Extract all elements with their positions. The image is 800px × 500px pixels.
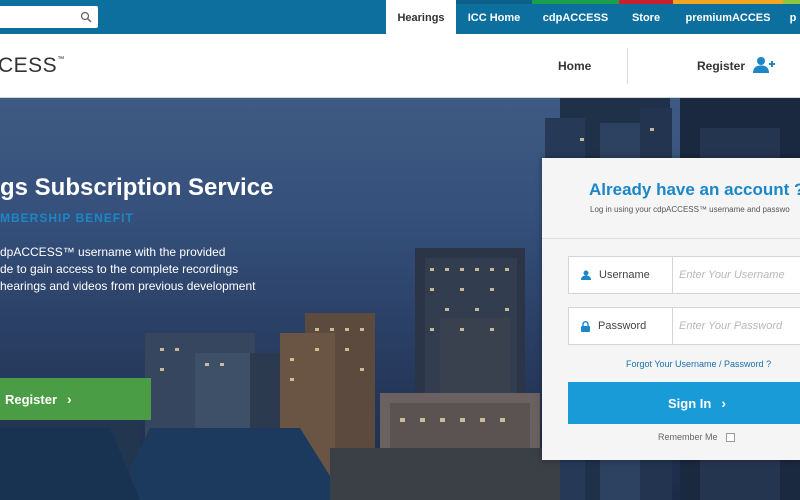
search-icon[interactable] <box>80 11 92 23</box>
chevron-right-icon: › <box>721 395 727 411</box>
nav-divider <box>627 48 628 84</box>
nav-home-link[interactable]: Home <box>558 59 591 73</box>
hero-subtitle: MBERSHIP BENEFIT <box>0 211 134 225</box>
password-field: Password <box>568 307 800 345</box>
tab-cdpaccess[interactable]: cdpACCESS <box>532 0 619 34</box>
hero-description-line: dpACCESS™ username with the provided <box>0 245 226 259</box>
login-panel: Already have an account ? Log in using y… <box>542 158 800 460</box>
hero-title: gs Subscription Service <box>0 174 274 201</box>
login-title: Already have an account ? <box>589 180 800 199</box>
login-hint: Log in using your cdpACCESS™ username an… <box>590 205 790 214</box>
username-label: Username <box>569 257 673 293</box>
remember-me-label: Remember Me <box>658 432 718 442</box>
logo[interactable]: CESS™ <box>0 54 65 78</box>
hero-register-label: Register <box>5 391 58 407</box>
remember-me: Remember Me <box>658 432 735 442</box>
password-input[interactable] <box>679 308 800 344</box>
logo-text: CESS <box>0 54 58 77</box>
hero-description: dpACCESS™ username with the provided de … <box>0 244 260 295</box>
password-label-text: Password <box>598 320 647 332</box>
tab-premiumaccess[interactable]: premiumACCES <box>673 0 783 34</box>
username-input[interactable] <box>679 257 800 293</box>
password-label: Password <box>569 308 673 344</box>
sign-in-button[interactable]: Sign In › <box>568 382 800 424</box>
top-bar: Hearings ICC Home cdpACCESS Store premiu… <box>0 0 800 34</box>
tab-store[interactable]: Store <box>619 0 673 34</box>
search-input[interactable] <box>0 6 98 28</box>
lock-icon <box>581 320 590 332</box>
hero-description-line: de to gain access to the complete record… <box>0 262 239 276</box>
remember-me-checkbox[interactable] <box>725 432 735 442</box>
username-field: Username <box>568 256 800 294</box>
tab-overflow[interactable]: p <box>783 0 800 34</box>
add-user-icon[interactable] <box>753 56 775 74</box>
user-icon <box>581 270 591 280</box>
tab-icc-home[interactable]: ICC Home <box>456 0 532 34</box>
nav-register-link[interactable]: Register <box>697 59 745 73</box>
site-header: CESS™ Home Register <box>0 34 800 98</box>
site-tabs: Hearings ICC Home cdpACCESS Store premiu… <box>386 0 800 34</box>
username-label-text: Username <box>599 269 650 281</box>
chevron-right-icon: › <box>67 391 72 407</box>
forgot-credentials-link[interactable]: Forgot Your Username / Password ? <box>626 359 771 369</box>
hero-description-line: hearings and videos from previous develo… <box>0 279 256 293</box>
logo-trademark: ™ <box>57 56 65 63</box>
tab-hearings[interactable]: Hearings <box>386 0 456 34</box>
sign-in-label: Sign In <box>668 395 712 411</box>
login-divider <box>542 238 800 239</box>
hero-register-button[interactable]: Register › <box>0 378 151 420</box>
